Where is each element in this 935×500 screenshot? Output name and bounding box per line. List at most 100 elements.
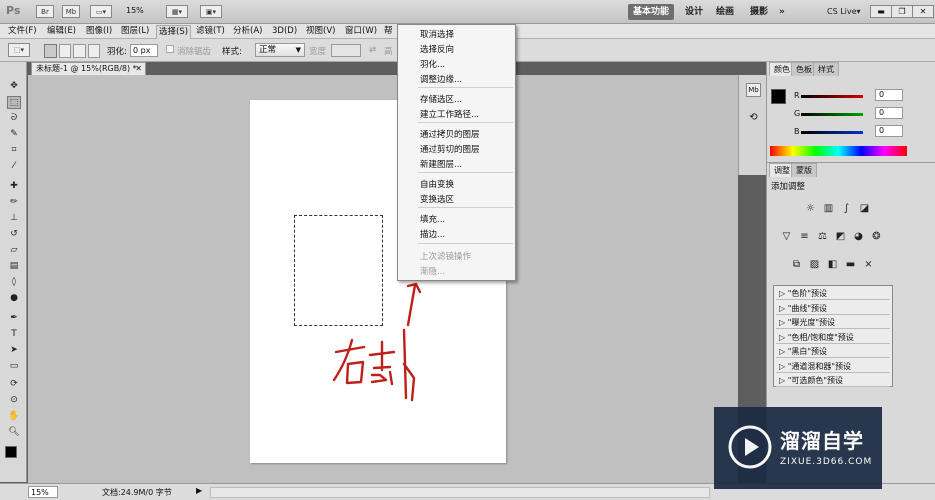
posterize-icon[interactable]: ▨: [807, 258, 822, 271]
preset-item[interactable]: ▷ "色相/饱和度"预设: [776, 330, 890, 344]
red-slider[interactable]: [801, 95, 863, 98]
expand-triangle-icon[interactable]: ▷: [779, 333, 788, 342]
channel-mixer-icon[interactable]: ❂: [869, 230, 884, 243]
menu-edit[interactable]: 编辑(E): [45, 25, 78, 38]
history-brush-tool-icon[interactable]: ↺: [7, 228, 21, 241]
preset-item[interactable]: ▷ "黑白"预设: [776, 345, 890, 358]
expand-triangle-icon[interactable]: ▷: [779, 376, 788, 385]
workspace-essentials[interactable]: 基本功能: [628, 4, 675, 20]
menu-layer[interactable]: 图层(L): [119, 25, 151, 38]
context-menu-item[interactable]: 描边...: [420, 228, 445, 240]
workspace-design[interactable]: 设计: [680, 4, 708, 20]
context-menu-item[interactable]: 变换选区: [420, 193, 454, 205]
expand-triangle-icon[interactable]: ▷: [779, 347, 788, 356]
invert-icon[interactable]: ⧉: [789, 258, 804, 271]
quick-selection-tool-icon[interactable]: ✎: [7, 128, 21, 141]
menu-help[interactable]: 帮: [382, 25, 395, 38]
menu-image[interactable]: 图像(I): [84, 25, 114, 38]
blue-slider[interactable]: [801, 131, 863, 134]
expand-triangle-icon[interactable]: ▷: [779, 362, 788, 371]
new-selection-icon[interactable]: [44, 44, 57, 58]
feather-input[interactable]: 0 px: [130, 44, 158, 57]
blue-value-input[interactable]: 0: [875, 125, 903, 137]
type-tool-icon[interactable]: T: [7, 328, 21, 341]
eraser-tool-icon[interactable]: ▱: [7, 244, 21, 257]
context-menu-item[interactable]: 建立工作路径...: [420, 108, 479, 120]
context-menu-item[interactable]: 新建图层...: [420, 158, 462, 170]
rectangular-marquee-tool-icon[interactable]: ⬚: [7, 96, 21, 109]
preset-item[interactable]: ▷ "通道混和器"预设: [776, 359, 890, 373]
workspace-more-button[interactable]: »: [774, 4, 790, 20]
tool-preset-picker-icon[interactable]: ⬚▾: [8, 43, 30, 57]
curves-icon[interactable]: ∫: [839, 202, 854, 215]
3d-orbit-tool-icon[interactable]: ⊙: [7, 394, 21, 407]
red-value-input[interactable]: 0: [875, 89, 903, 101]
menu-analysis[interactable]: 分析(A): [231, 25, 264, 38]
status-menu-arrow-icon[interactable]: ▶: [196, 486, 202, 495]
green-slider[interactable]: [801, 113, 863, 116]
dodge-tool-icon[interactable]: ●: [7, 292, 21, 305]
hand-tool-icon[interactable]: ✋: [7, 410, 21, 423]
expand-triangle-icon[interactable]: ▷: [779, 318, 788, 327]
restore-button[interactable]: ❐: [891, 5, 913, 18]
bridge-icon[interactable]: Br: [36, 5, 54, 18]
subtract-selection-icon[interactable]: [73, 44, 86, 58]
antialias-checkbox[interactable]: [166, 45, 174, 53]
context-menu-item[interactable]: 存储选区...: [420, 93, 462, 105]
3d-rotate-tool-icon[interactable]: ⟳: [7, 378, 21, 391]
intersect-selection-icon[interactable]: [87, 44, 100, 58]
preset-item[interactable]: ▷ "曝光度"预设: [776, 316, 890, 329]
tab-masks[interactable]: 蒙版: [791, 163, 817, 177]
rectangle-tool-icon[interactable]: ▭: [7, 360, 21, 373]
move-tool-icon[interactable]: ✥: [7, 80, 21, 93]
mini-bridge-icon[interactable]: Mb: [62, 5, 80, 18]
width-input[interactable]: [331, 44, 361, 57]
horizontal-scrollbar[interactable]: [210, 487, 710, 498]
add-to-selection-icon[interactable]: [58, 44, 71, 58]
foreground-color-swatch[interactable]: [5, 446, 17, 458]
path-selection-tool-icon[interactable]: ➤: [7, 344, 21, 357]
brush-tool-icon[interactable]: ✏: [7, 196, 21, 209]
context-menu-item[interactable]: 通过拷贝的图层: [420, 128, 480, 140]
brightness-contrast-icon[interactable]: ☼: [803, 202, 818, 215]
close-tab-icon[interactable]: ✕: [135, 63, 142, 75]
expand-triangle-icon[interactable]: ▷: [779, 304, 788, 313]
levels-icon[interactable]: ▥: [821, 202, 836, 215]
exposure-icon[interactable]: ◪: [857, 202, 872, 215]
selective-color-icon[interactable]: ⨯: [861, 258, 876, 271]
view-extras-icon[interactable]: ▭▾: [90, 5, 112, 18]
menu-3d[interactable]: 3D(D): [270, 25, 299, 38]
style-select[interactable]: 正常 ▼: [255, 43, 305, 57]
eyedropper-tool-icon[interactable]: ⁄: [7, 160, 21, 173]
context-menu-item[interactable]: 取消选择: [420, 28, 454, 40]
pen-tool-icon[interactable]: ✒: [7, 312, 21, 325]
blur-tool-icon[interactable]: ◊: [7, 276, 21, 289]
arrange-documents-icon[interactable]: ▦▾: [166, 5, 188, 18]
color-balance-icon[interactable]: ⚖: [815, 230, 830, 243]
green-value-input[interactable]: 0: [875, 107, 903, 119]
menu-file[interactable]: 文件(F): [6, 25, 39, 38]
menu-filter[interactable]: 滤镜(T): [194, 25, 227, 38]
zoom-tool-icon[interactable]: 🔍︎: [7, 426, 21, 439]
preset-item[interactable]: ▷ "曲线"预设: [776, 301, 890, 315]
mini-bridge-panel-icon[interactable]: Mb: [746, 83, 761, 97]
preset-item[interactable]: ▷ "可选颜色"预设: [776, 374, 890, 387]
tab-styles[interactable]: 样式: [813, 62, 839, 76]
gradient-map-icon[interactable]: ▬: [843, 258, 858, 271]
crop-tool-icon[interactable]: ⌗: [7, 144, 21, 157]
workspace-photography[interactable]: 摄影: [745, 4, 773, 20]
lasso-tool-icon[interactable]: ᘐ: [7, 112, 21, 125]
status-zoom-input[interactable]: 15%: [28, 486, 58, 498]
history-panel-icon[interactable]: ⟲: [746, 111, 761, 125]
close-button[interactable]: ✕: [912, 5, 934, 18]
document-tab[interactable]: 未标题-1 @ 15%(RGB/8) * ✕: [31, 62, 146, 75]
context-menu-item[interactable]: 自由变换: [420, 178, 454, 190]
context-menu-item[interactable]: 填充...: [420, 213, 445, 225]
vibrance-icon[interactable]: ▽: [779, 230, 794, 243]
hue-saturation-icon[interactable]: ≡: [797, 230, 812, 243]
panel-foreground-swatch[interactable]: [771, 89, 786, 104]
menu-view[interactable]: 视图(V): [304, 25, 337, 38]
expand-triangle-icon[interactable]: ▷: [779, 289, 788, 298]
context-menu-item[interactable]: 羽化...: [420, 58, 445, 70]
threshold-icon[interactable]: ◧: [825, 258, 840, 271]
